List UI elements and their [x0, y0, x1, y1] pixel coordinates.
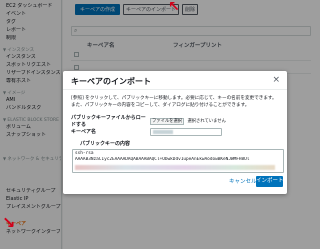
- file-load-label: パブリックキーファイルからロードする: [71, 115, 146, 128]
- close-icon[interactable]: ×: [272, 74, 280, 86]
- public-key-textarea[interactable]: ssh-rsa AAAAB3NzaC1yc2EAAAADAQABAAABAQCl…: [72, 149, 284, 173]
- file-select[interactable]: ファイルを選択 選択されていません: [150, 118, 226, 125]
- dialog-header: キーペアのインポート ×: [63, 71, 287, 90]
- key-name-input[interactable]: [150, 128, 222, 136]
- key-content-label: パブリックキーの内容: [80, 141, 131, 147]
- redacted-key: [75, 165, 275, 170]
- cancel-button[interactable]: キャンセル: [229, 177, 257, 188]
- key-body-text: AAAAB3NzaC1yc2EAAAADAQABAAABAQCl+ObwkDdv…: [75, 157, 250, 162]
- import-button[interactable]: インポート: [256, 176, 284, 187]
- selected-file-text: 選択されていません: [187, 119, 226, 124]
- dialog-description: [参照] をクリックして、パブリックキーに移動します。必要に応じて、キーの名前を…: [71, 96, 277, 108]
- key-name-label: キーペア名: [71, 129, 97, 135]
- dialog-title: キーペアのインポート: [71, 77, 151, 86]
- redacted-value: [153, 130, 173, 134]
- import-key-pair-dialog: キーペアのインポート × [参照] をクリックして、パブリックキーに移動します。…: [63, 71, 287, 194]
- choose-file-button[interactable]: ファイルを選択: [150, 118, 185, 125]
